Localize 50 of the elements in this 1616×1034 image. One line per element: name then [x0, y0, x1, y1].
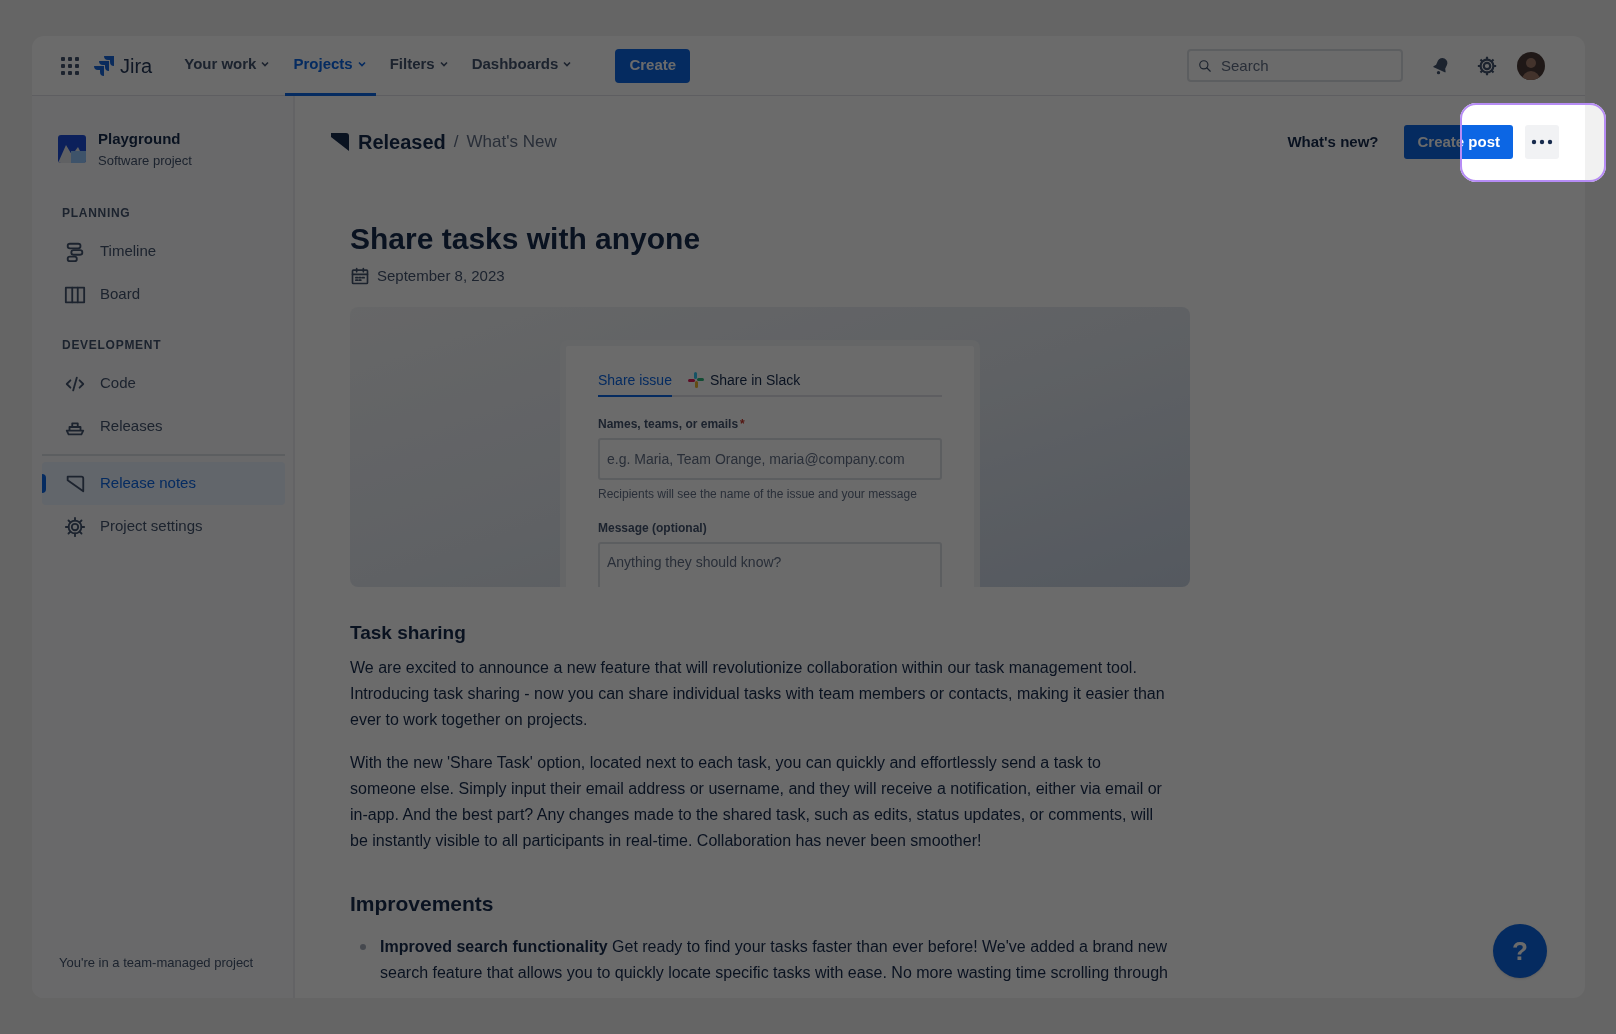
dialog-tab[interactable]: Share in Slack [687, 369, 801, 397]
sidebar-item[interactable]: Board [42, 273, 285, 316]
section-heading: DEVELOPMENT [61, 337, 163, 354]
project-name: Playground [98, 129, 182, 149]
recipients-field[interactable]: e.g. Maria, Team Orange, maria@company.com [598, 437, 942, 480]
sidebar-item[interactable]: Code [42, 362, 285, 405]
post-title: Share tasks with anyone [350, 221, 702, 257]
jira-logo-icon [94, 54, 116, 77]
field-hint: Recipients will see the name of the issue and your message [598, 485, 918, 503]
nav-menu-tab[interactable]: Your work [176, 36, 280, 96]
slack-logo-icon [687, 372, 704, 388]
sidebar-footer-text: You're in a team-managed project [58, 953, 255, 972]
message-field[interactable]: Anything they should know? [598, 541, 942, 587]
search-field[interactable]: Search [1187, 49, 1403, 82]
help-button[interactable]: ? [1493, 924, 1547, 978]
nav-menu-tab[interactable]: Filters [381, 36, 458, 96]
dialog-tab[interactable]: Share issue [598, 369, 672, 397]
nav-menu-tab[interactable]: Projects [285, 36, 376, 96]
more-button[interactable] [1525, 125, 1559, 159]
section-heading: Improvements [350, 891, 495, 917]
sidebar-item[interactable]: Releases [42, 405, 285, 448]
bullet-icon [360, 943, 366, 950]
timeline-icon [64, 240, 86, 263]
calendar-icon [350, 266, 370, 287]
whats-new-link[interactable]: What's new? [1287, 130, 1379, 154]
breadcrumb-separator: / [453, 131, 459, 154]
field-label: Message (optional) [598, 519, 708, 537]
settings-icon [64, 515, 86, 538]
breadcrumb-link[interactable]: What's New [466, 129, 557, 155]
project-avatar-icon [58, 135, 86, 163]
project-type: Software project [98, 151, 192, 170]
body-paragraph: With the new 'Share Task' option, located next to each task, you can quickly and effortlessly send a task to someone else. Simply input their email address or username, and they will receive a notification, either via email or in-app. And the best part? Any changes made to the shared task, such as edits, status updates, or comments, will be instantly visible to all participants in real-time. Collaboration has never been smoother! [350, 753, 1163, 851]
sidebar-item[interactable]: Release notes [42, 462, 285, 505]
app-name: Released [358, 130, 446, 155]
create-button[interactable]: Create [615, 48, 691, 83]
user-avatar[interactable] [1517, 51, 1545, 80]
nav-menu-tab[interactable]: Dashboards [463, 36, 582, 96]
jira-logo-text[interactable]: Jira [120, 50, 153, 81]
body-paragraph: We are excited to announce a new feature that will revolutionize collaboration within our task management tool. Introducing task sharing - now you can share individual tasks with team members or contacts, making it easier than ever to work together on projects. [350, 658, 1166, 730]
field-label: Names, teams, or emails * [598, 415, 746, 433]
sidebar-item[interactable]: Project settings [42, 505, 285, 548]
post-date: September 8, 2023 [377, 266, 505, 286]
search-icon [1198, 59, 1212, 73]
more-icon [1531, 139, 1553, 145]
section-heading: Task sharing [350, 620, 467, 645]
section-heading: PLANNING [61, 205, 132, 222]
released-logo-icon [330, 132, 350, 152]
apps-grid-icon [60, 55, 80, 76]
bullet-text: Improved search functionality Get ready to find your tasks faster than ever before! We've added a brand new search feature that allows you to quickly locate specific tasks with ease. No more wasting time scrolling through [380, 936, 1169, 983]
sidebar-item[interactable]: Timeline [42, 230, 285, 273]
